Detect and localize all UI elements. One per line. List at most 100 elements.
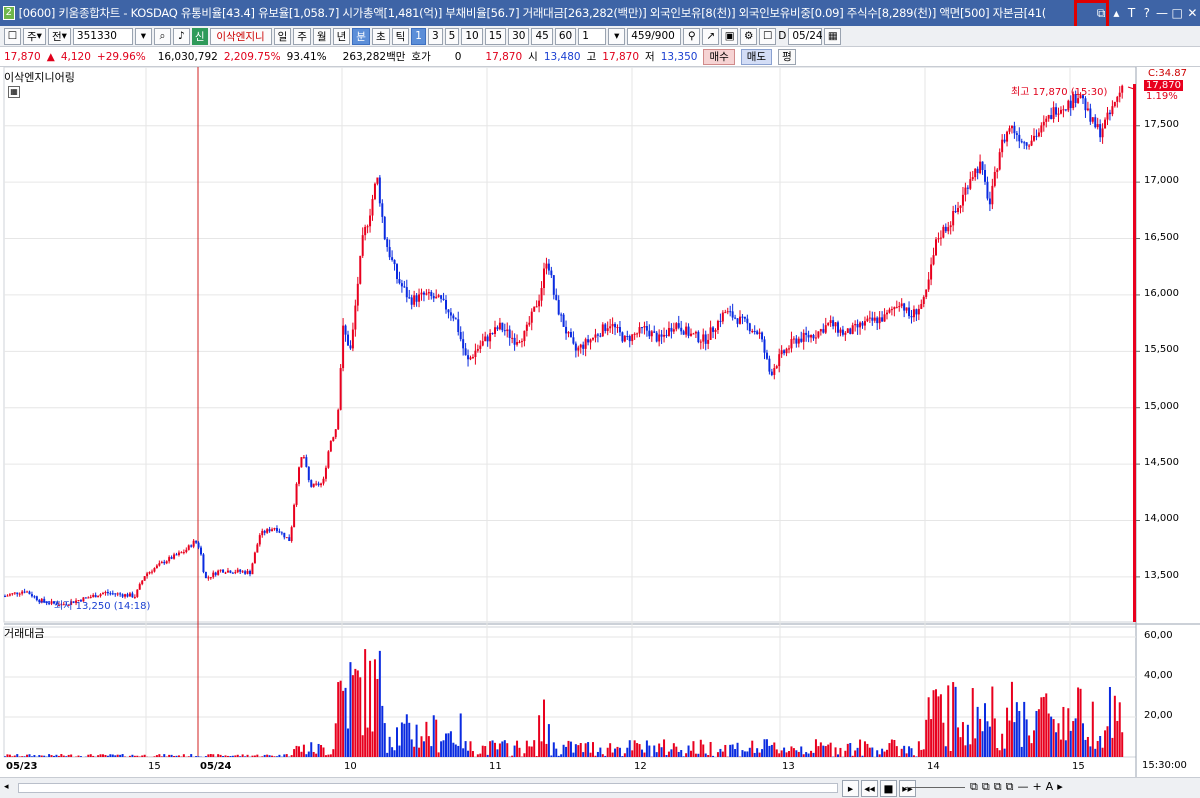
- sell-button[interactable]: 매도: [740, 48, 773, 65]
- buy-button[interactable]: 매수: [703, 48, 735, 65]
- speaker-icon[interactable]: ♪: [172, 27, 190, 45]
- price-chart-svg[interactable]: [0, 67, 1200, 777]
- volume-bar: [628, 740, 631, 757]
- volume-bar: [1020, 746, 1023, 757]
- help-icon[interactable]: ?: [1139, 3, 1154, 23]
- minute-5[interactable]: 5: [444, 27, 460, 45]
- checkbox-icon[interactable]: ☐: [4, 27, 21, 45]
- new-listing-badge[interactable]: 신: [191, 27, 208, 45]
- volume-bar: [876, 750, 879, 757]
- minute-15[interactable]: 15: [484, 27, 507, 45]
- period-day[interactable]: 일: [273, 27, 292, 45]
- candle-body: [795, 338, 798, 344]
- volume-bar: [741, 750, 744, 757]
- period-year[interactable]: 년: [332, 27, 351, 45]
- collapse-icon[interactable]: ▴: [1109, 3, 1124, 23]
- window-titlebar: 2 [0600] 키움종합차트 - KOSDAQ 유통비율[43.4] 유보율[…: [0, 0, 1200, 26]
- candle-body: [658, 334, 661, 342]
- candle-body: [587, 339, 590, 343]
- candle-body: [964, 187, 967, 195]
- candle-body: [1116, 96, 1119, 102]
- stop-icon[interactable]: ■: [880, 780, 897, 797]
- volume-bar: [1121, 732, 1124, 757]
- zoom-slider[interactable]: [905, 787, 965, 788]
- volume-bar: [511, 755, 514, 757]
- average-button[interactable]: 평: [778, 48, 796, 65]
- volume-bar: [905, 753, 908, 757]
- candle-body: [226, 570, 229, 573]
- candle-body: [396, 264, 398, 280]
- draw-icon[interactable]: ↗: [702, 27, 720, 45]
- volume-bar: [1037, 709, 1040, 757]
- close-icon[interactable]: ✕: [1185, 3, 1200, 23]
- stock-code-input[interactable]: 351330: [72, 27, 133, 45]
- candle-body: [378, 177, 381, 204]
- candle-body: [844, 332, 847, 335]
- gear-icon[interactable]: ⚙: [740, 27, 758, 45]
- market-select[interactable]: 전 ▾: [47, 27, 71, 45]
- candle-body: [1062, 109, 1065, 111]
- volume-bar: [712, 755, 715, 757]
- font-size-icon[interactable]: A: [1046, 780, 1054, 794]
- minimize-icon[interactable]: —: [1154, 3, 1169, 23]
- period-select[interactable]: 주 ▾: [23, 27, 46, 45]
- volume-bar: [219, 754, 222, 757]
- candle-body: [315, 483, 318, 485]
- volume-bar: [868, 747, 871, 757]
- scrollbar-track[interactable]: [18, 783, 838, 793]
- volume-bar: [53, 755, 55, 757]
- save-icon[interactable]: ▣: [721, 27, 739, 45]
- table-icon[interactable]: ▦: [8, 86, 20, 98]
- layout-2-icon[interactable]: ⧉: [982, 780, 990, 794]
- volume-bar: [65, 756, 68, 757]
- candle-body: [572, 337, 575, 344]
- minute-3[interactable]: 3: [427, 27, 443, 45]
- minute-10[interactable]: 10: [461, 27, 483, 45]
- date-input[interactable]: 05/24: [788, 27, 823, 45]
- volume-bar: [516, 740, 519, 757]
- candle-body: [300, 457, 303, 468]
- volume-bar: [302, 744, 305, 757]
- candle-body: [851, 325, 854, 334]
- play-icon[interactable]: ▸: [842, 780, 859, 797]
- minute-dropdown-icon[interactable]: ▾: [608, 27, 626, 45]
- minute-select[interactable]: 1: [578, 27, 607, 45]
- rewind-icon[interactable]: ◂◂: [861, 780, 878, 797]
- scroll-left-icon[interactable]: ◂: [4, 782, 16, 794]
- maximize-icon[interactable]: □: [1170, 3, 1185, 23]
- code-dropdown-icon[interactable]: ▾: [134, 27, 152, 45]
- volume-bar: [131, 754, 134, 757]
- zoom-out-icon[interactable]: —: [1017, 780, 1028, 794]
- candle-body: [888, 309, 891, 313]
- forward-icon[interactable]: ▸▸: [899, 780, 916, 797]
- tools-icon[interactable]: ⚲: [683, 27, 701, 45]
- chart-area[interactable]: 이삭엔지니어링 ▦ 거래대금 최고 17,870 (15:30) 최저 13,2…: [0, 67, 1200, 798]
- period-minute[interactable]: 분: [352, 27, 370, 45]
- search-icon[interactable]: ⌕: [153, 27, 171, 45]
- layout-1-icon[interactable]: ⧉: [970, 780, 978, 794]
- period-tick[interactable]: 틱: [391, 27, 410, 45]
- volume-bar: [694, 753, 697, 757]
- candle-body: [660, 334, 663, 337]
- zoom-in-icon[interactable]: +: [1032, 780, 1041, 794]
- scroll-right-icon[interactable]: ▸: [1057, 780, 1063, 794]
- count-field[interactable]: 459/900: [627, 27, 682, 45]
- volume-bar: [812, 752, 815, 757]
- date-checkbox[interactable]: ☐: [759, 27, 777, 45]
- volume-bar: [854, 750, 857, 757]
- period-second[interactable]: 초: [371, 27, 390, 45]
- volume-bar: [1030, 743, 1033, 757]
- volume-bar: [405, 714, 408, 757]
- minute-30[interactable]: 30: [508, 27, 530, 45]
- calendar-icon[interactable]: ▦: [824, 27, 842, 45]
- layout-4-icon[interactable]: ⧉: [1006, 780, 1014, 794]
- layout-3-icon[interactable]: ⧉: [994, 780, 1002, 794]
- minute-60[interactable]: 60: [554, 27, 577, 45]
- font-icon[interactable]: T: [1124, 3, 1139, 23]
- minute-45[interactable]: 45: [531, 27, 553, 45]
- candle-body: [258, 535, 261, 545]
- volume-bar: [349, 662, 352, 757]
- period-month[interactable]: 월: [312, 27, 331, 45]
- minute-1[interactable]: 1: [411, 27, 426, 45]
- period-week[interactable]: 주: [293, 27, 311, 45]
